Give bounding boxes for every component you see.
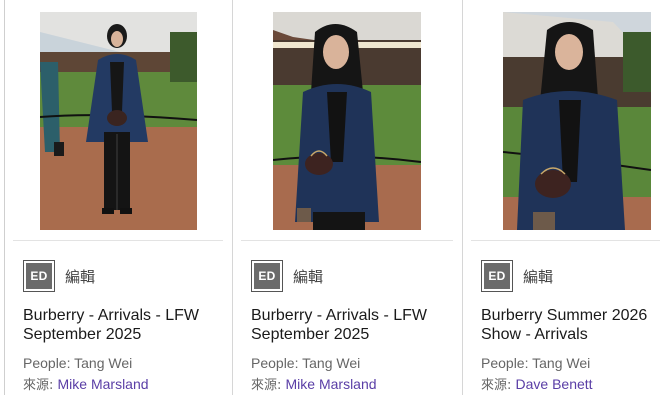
photographer-link[interactable]: Mike Marsland — [58, 376, 149, 392]
people-label: People: Tang Wei — [23, 355, 133, 371]
agency-row: ED 編輯 — [481, 260, 553, 292]
photo-thumbnail[interactable] — [503, 12, 651, 230]
agency-badge: ED — [23, 260, 55, 292]
agency-name: 編輯 — [65, 267, 96, 286]
people-label: People: Tang Wei — [251, 355, 361, 371]
agency-badge-label: ED — [26, 263, 52, 289]
agency-badge: ED — [481, 260, 513, 292]
photo-results-grid: ED 編輯 Burberry - Arrivals - LFW Septembe… — [0, 0, 660, 395]
agency-row: ED 編輯 — [23, 260, 95, 292]
photo-title[interactable]: Burberry Summer 2026 Show - Arrivals — [481, 306, 654, 344]
source-row: 來源: Mike Marsland — [23, 374, 149, 393]
card-divider — [471, 240, 660, 241]
source-label: 來源: — [481, 378, 516, 393]
photo-title[interactable]: Burberry - Arrivals - LFW September 2025 — [23, 306, 226, 344]
photo-title[interactable]: Burberry - Arrivals - LFW September 2025 — [251, 306, 456, 344]
agency-badge-label: ED — [254, 263, 280, 289]
photo-thumbnail[interactable] — [40, 12, 197, 230]
source-label: 來源: — [23, 378, 58, 393]
people-label: People: Tang Wei — [481, 355, 591, 371]
source-label: 來源: — [251, 378, 286, 393]
photographer-link[interactable]: Mike Marsland — [286, 376, 377, 392]
photo-card[interactable]: ED 編輯 Burberry Summer 2026 Show - Arriva… — [462, 0, 660, 395]
card-divider — [13, 240, 223, 241]
photo-card[interactable]: ED 編輯 Burberry - Arrivals - LFW Septembe… — [4, 0, 232, 395]
agency-name: 編輯 — [523, 267, 554, 286]
photo-thumbnail[interactable] — [273, 12, 421, 230]
card-divider — [241, 240, 453, 241]
photographer-link[interactable]: Dave Benett — [516, 376, 593, 392]
photo-card[interactable]: ED 編輯 Burberry - Arrivals - LFW Septembe… — [232, 0, 462, 395]
source-row: 來源: Mike Marsland — [251, 374, 377, 393]
agency-badge: ED — [251, 260, 283, 292]
agency-name: 編輯 — [293, 267, 324, 286]
agency-badge-label: ED — [484, 263, 510, 289]
agency-row: ED 編輯 — [251, 260, 323, 292]
source-row: 來源: Dave Benett — [481, 374, 593, 393]
